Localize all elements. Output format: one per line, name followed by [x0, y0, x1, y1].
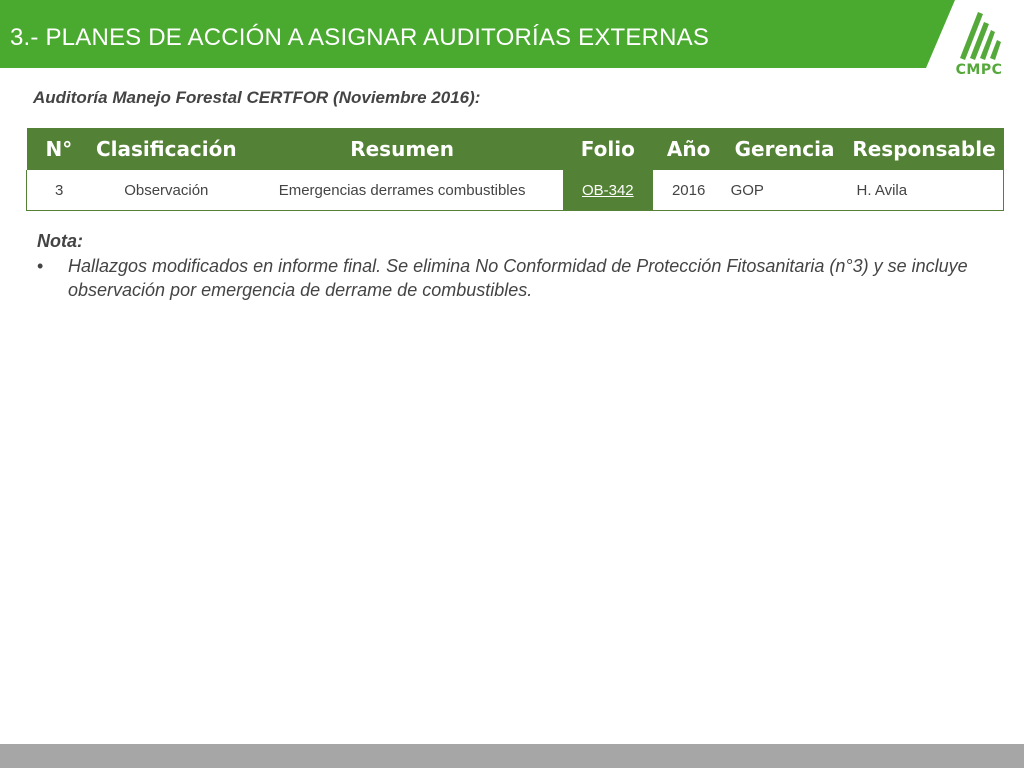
note-bullet-item: • Hallazgos modificados en informe final…: [37, 254, 997, 302]
cell-anio: 2016: [652, 170, 725, 211]
footer-bar: [0, 744, 1024, 768]
note-heading: Nota:: [37, 231, 83, 251]
cell-clasificacion: Observación: [91, 170, 242, 211]
page-title: 3.- PLANES DE ACCIÓN A ASIGNAR AUDITORÍA…: [10, 24, 710, 51]
cell-resumen: Emergencias derrames combustibles: [241, 170, 563, 211]
action-plans-table: N° Clasificación Resumen Folio Año Geren…: [26, 128, 1004, 211]
table-row: 3 Observación Emergencias derrames combu…: [26, 170, 1004, 211]
logo-text: CMPC: [955, 62, 1003, 78]
cell-gerencia: GOP: [724, 170, 845, 211]
cell-folio: OB-342: [562, 170, 653, 211]
cell-number: 3: [26, 170, 92, 211]
column-header-responsable: Responsable: [844, 128, 1004, 170]
cell-responsable: H. Avila: [844, 170, 1004, 211]
note-section: Nota: • Hallazgos modificados en informe…: [37, 231, 997, 302]
column-header-resumen: Resumen: [241, 128, 563, 170]
column-header-number: N°: [26, 128, 92, 170]
table-header-row: N° Clasificación Resumen Folio Año Geren…: [26, 128, 1004, 170]
header-band: 3.- PLANES DE ACCIÓN A ASIGNAR AUDITORÍA…: [0, 0, 1024, 68]
audit-subtitle: Auditoría Manejo Forestal CERTFOR (Novie…: [33, 88, 481, 107]
column-header-clasificacion: Clasificación: [91, 128, 242, 170]
bullet-icon: •: [37, 256, 44, 276]
column-header-gerencia: Gerencia: [724, 128, 845, 170]
column-header-anio: Año: [652, 128, 725, 170]
folio-link[interactable]: OB-342: [582, 182, 634, 199]
note-text: Hallazgos modificados en informe final. …: [68, 256, 968, 300]
column-header-folio: Folio: [562, 128, 653, 170]
